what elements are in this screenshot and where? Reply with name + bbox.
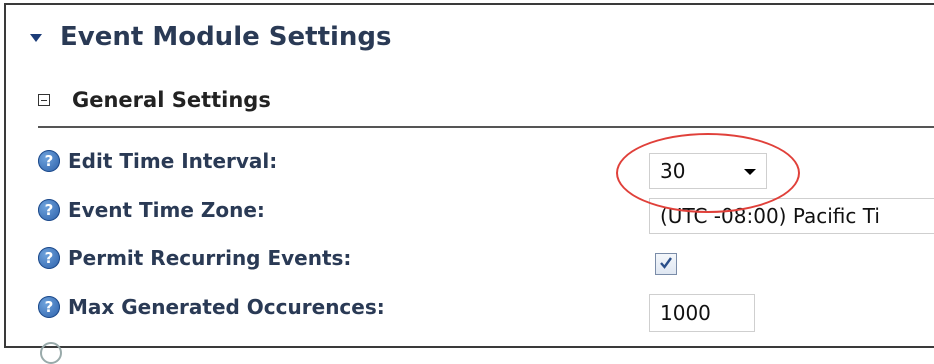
- edit-time-interval-label: Edit Time Interval:: [68, 149, 278, 173]
- setting-row-edit-time-interval: ? Edit Time Interval:: [38, 149, 277, 173]
- module-header[interactable]: Event Module Settings: [30, 22, 392, 52]
- help-icon[interactable]: ?: [38, 247, 60, 269]
- setting-row-max-generated-occurences: ? Max Generated Occurences:: [38, 295, 385, 319]
- help-icon[interactable]: ?: [38, 296, 60, 318]
- permit-recurring-events-checkbox[interactable]: [655, 253, 677, 275]
- collapse-minus-icon[interactable]: [38, 94, 50, 106]
- annotation-ellipse: [616, 133, 800, 213]
- setting-row-event-time-zone: ? Event Time Zone:: [38, 198, 265, 222]
- max-generated-occurences-input[interactable]: 1000: [649, 294, 755, 332]
- checkmark-icon: [660, 257, 672, 269]
- module-title: Event Module Settings: [60, 22, 392, 52]
- section-divider: [38, 126, 934, 128]
- setting-row-permit-recurring-events: ? Permit Recurring Events:: [38, 246, 351, 270]
- help-icon[interactable]: ?: [38, 150, 60, 172]
- caret-down-icon[interactable]: [30, 34, 42, 42]
- permit-recurring-events-label: Permit Recurring Events:: [68, 246, 352, 270]
- help-icon[interactable]: ?: [38, 199, 60, 221]
- max-generated-occurences-label: Max Generated Occurences:: [68, 295, 385, 319]
- section-title: General Settings: [72, 88, 271, 112]
- event-time-zone-label: Event Time Zone:: [68, 198, 265, 222]
- max-generated-occurences-value: 1000: [660, 301, 711, 325]
- section-header[interactable]: General Settings: [38, 88, 271, 112]
- help-icon[interactable]: [40, 342, 62, 364]
